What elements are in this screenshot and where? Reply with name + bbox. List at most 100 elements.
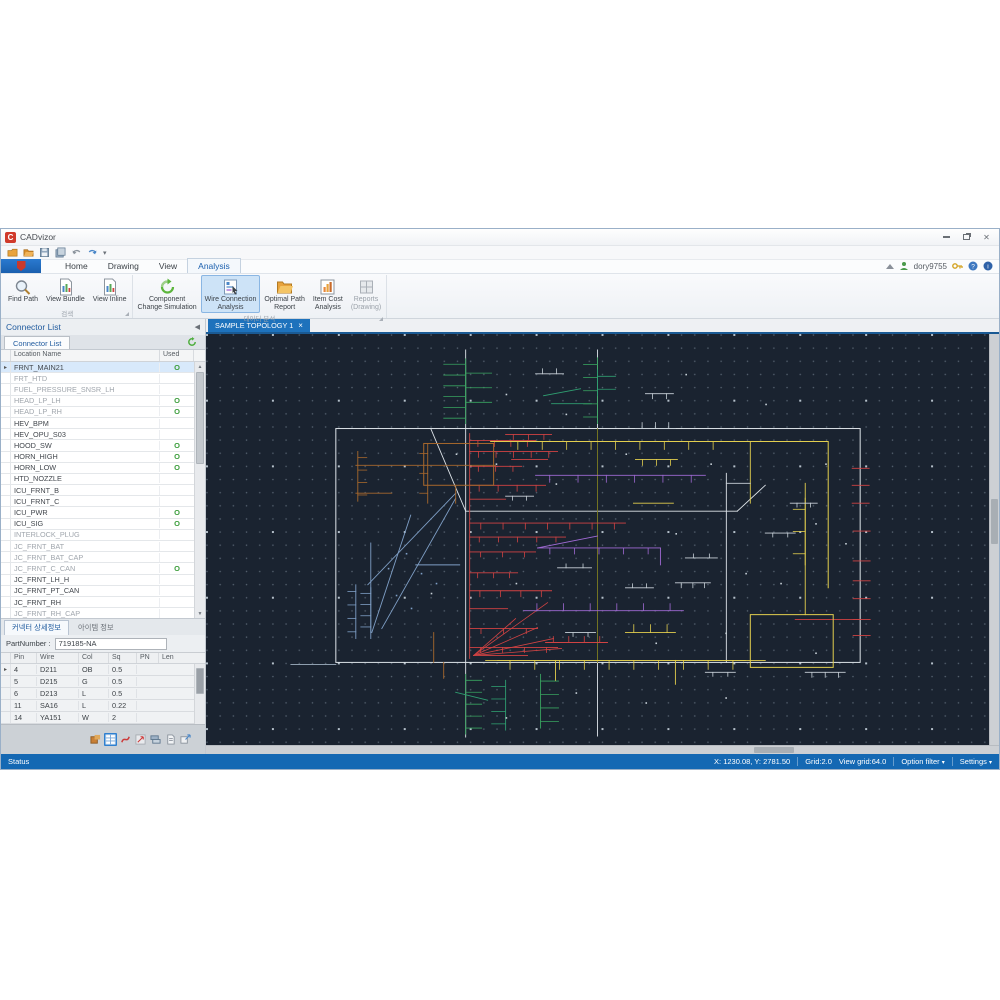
document-icon[interactable]: [164, 733, 177, 746]
view-grid-indicator: View grid:64.0: [838, 757, 887, 766]
restore-button[interactable]: [958, 231, 975, 243]
pin-row[interactable]: 14 YA151 W 2: [1, 712, 194, 724]
connector-list-scrollbar[interactable]: ▲ ▼: [194, 362, 205, 618]
view-bundle-button[interactable]: View Bundle: [42, 275, 89, 308]
connector-name: JC_FRNT_RH: [11, 597, 160, 607]
option-filter-dropdown[interactable]: Option filter ▾: [901, 757, 944, 766]
connector-row[interactable]: HEV_OPU_S03: [1, 429, 194, 441]
connector-row[interactable]: HTD_NOZZLE: [1, 473, 194, 486]
component-change-simulation-button[interactable]: Component Change Simulation: [134, 275, 201, 313]
connector-name: JC_FRNT_C_CAN: [11, 563, 160, 573]
pointer-arrows-icon[interactable]: [134, 733, 147, 746]
topology-canvas[interactable]: [206, 334, 989, 745]
connector-row[interactable]: HORN_HIGH O: [1, 451, 194, 463]
column-location-name[interactable]: Location Name: [11, 350, 160, 361]
detail-tab-0[interactable]: 커넥터 상세정보: [4, 620, 70, 635]
refresh-icon[interactable]: [187, 337, 197, 347]
connector-row[interactable]: ICU_FRNT_C: [1, 496, 194, 508]
pin-row[interactable]: 6 D213 L 0.5: [1, 688, 194, 700]
canvas-vertical-scrollbar[interactable]: [989, 334, 999, 745]
ribbon-collapse-icon[interactable]: [885, 263, 894, 269]
connector-row[interactable]: HEAD_LP_LH O: [1, 395, 194, 407]
pin-column-wire[interactable]: Wire: [37, 653, 79, 663]
refresh-icon: [157, 278, 177, 296]
part-number-field[interactable]: [54, 637, 167, 650]
pin-row[interactable]: 5 D215 G 0.5: [1, 676, 194, 688]
canvas-vscroll-thumb[interactable]: [991, 499, 998, 544]
dialog-launcher-icon[interactable]: [124, 312, 129, 316]
row-selector-gutter: [1, 485, 11, 496]
connector-row[interactable]: HEV_BPM: [1, 417, 194, 430]
pin-table-scrollbar[interactable]: [194, 664, 205, 724]
item-cost-analysis-button[interactable]: Item Cost Analysis: [309, 275, 347, 313]
canvas-hscroll-thumb[interactable]: [754, 747, 794, 753]
pin-column-sq[interactable]: Sq: [109, 653, 137, 663]
wire-connection-analysis-button[interactable]: Wire Connection Analysis: [200, 275, 261, 313]
connector-row[interactable]: ICU_FRNT_B: [1, 485, 194, 497]
settings-dropdown[interactable]: Settings ▾: [960, 757, 992, 766]
undo-icon[interactable]: [71, 247, 82, 258]
scroll-down-icon[interactable]: ▼: [195, 609, 205, 618]
scroll-up-icon[interactable]: ▲: [195, 362, 205, 371]
connector-row[interactable]: ICU_SIG O: [1, 518, 194, 530]
connector-row[interactable]: JC_FRNT_C_CAN O: [1, 563, 194, 575]
pin-row[interactable]: ▸ 4 D211 OB 0.5: [1, 664, 194, 676]
new-file-icon[interactable]: [7, 247, 18, 258]
connector-row[interactable]: ICU_PWR O: [1, 507, 194, 519]
menu-tab-analysis[interactable]: Analysis: [187, 258, 241, 273]
connector-row[interactable]: INTERLOCK_PLUG: [1, 529, 194, 541]
row-selector-gutter: [1, 496, 11, 507]
menu-tab-home[interactable]: Home: [55, 259, 98, 273]
wire-red-icon[interactable]: [119, 733, 132, 746]
reports-drawing-button[interactable]: Reports (Drawing): [347, 275, 385, 313]
optimal-path-report-button[interactable]: Optimal Path Report: [260, 275, 308, 313]
pin-column-pin[interactable]: Pin: [11, 653, 37, 663]
detail-tab-1[interactable]: 아이템 정보: [71, 621, 121, 635]
quick-access-more-icon[interactable]: ▾: [103, 249, 107, 257]
save-all-icon[interactable]: [55, 247, 66, 258]
connector-row[interactable]: JC_FRNT_RH: [1, 596, 194, 609]
connector-row[interactable]: JC_FRNT_PT_CAN: [1, 585, 194, 597]
connector-row[interactable]: JC_FRNT_BAT: [1, 541, 194, 553]
canvas-horizontal-scrollbar[interactable]: [206, 745, 999, 754]
export-chart-icon[interactable]: [179, 733, 192, 746]
pin-scrollbar-thumb[interactable]: [196, 668, 204, 694]
dialog-launcher-icon[interactable]: [379, 317, 384, 321]
svg-text:?: ?: [971, 263, 975, 270]
connector-row[interactable]: HORN_LOW O: [1, 462, 194, 474]
tab-connector-list[interactable]: Connector List: [4, 336, 71, 349]
column-used[interactable]: Used: [160, 350, 194, 361]
connector-row[interactable]: JC_FRNT_BAT_CAP: [1, 552, 194, 564]
panel-collapse-icon[interactable]: ◀: [195, 323, 200, 331]
connector-row[interactable]: JC_FRNT_LH_H: [1, 574, 194, 586]
connector-row[interactable]: JC_FRNT_RH_CAP: [1, 608, 194, 618]
menu-tab-drawing[interactable]: Drawing: [98, 259, 149, 273]
palette-icon[interactable]: [89, 733, 102, 746]
table-grid-icon[interactable]: [104, 733, 117, 746]
layers-icon[interactable]: [149, 733, 162, 746]
pin-column-pn[interactable]: PN: [137, 653, 159, 663]
menu-tab-view[interactable]: View: [149, 259, 187, 273]
find-path-button[interactable]: Find Path: [4, 275, 42, 308]
connector-row[interactable]: FRT_HTD: [1, 373, 194, 385]
connector-row[interactable]: HEAD_LP_RH O: [1, 406, 194, 418]
help-icon[interactable]: ?: [968, 261, 978, 271]
connector-row[interactable]: FUEL_PRESSURE_SNSR_LH: [1, 384, 194, 396]
open-folder-icon[interactable]: [23, 247, 34, 258]
pin-column-len[interactable]: Len: [159, 653, 205, 663]
pin-cell: G: [79, 677, 109, 686]
pin-column-col[interactable]: Col: [79, 653, 109, 663]
application-menu-button[interactable]: [1, 259, 41, 273]
close-button[interactable]: ✕: [978, 231, 995, 243]
connector-row[interactable]: HOOD_SW O: [1, 440, 194, 452]
redo-icon[interactable]: [87, 247, 98, 258]
minimize-button[interactable]: [938, 231, 955, 243]
info-icon[interactable]: i: [983, 261, 993, 271]
key-icon[interactable]: [952, 261, 963, 271]
scrollbar-thumb[interactable]: [196, 372, 204, 464]
save-icon[interactable]: [39, 247, 50, 258]
connector-row[interactable]: ▸ FRNT_MAIN21 O: [1, 362, 194, 374]
row-selector-gutter: [1, 529, 11, 540]
pin-row[interactable]: 11 SA16 L 0.22: [1, 700, 194, 712]
view-inline-button[interactable]: View Inline: [89, 275, 131, 308]
